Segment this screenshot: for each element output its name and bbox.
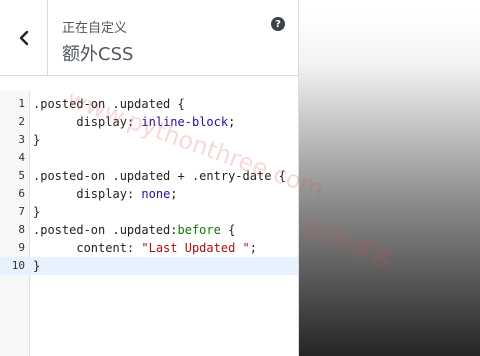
code-line[interactable]: 10} bbox=[0, 257, 298, 275]
line-number: 4 bbox=[18, 151, 25, 164]
code-line[interactable]: 5 .posted-on .updated + .entry-date { bbox=[0, 167, 298, 185]
code-text: } bbox=[33, 205, 41, 219]
code-text: } bbox=[33, 133, 41, 147]
line-number: 3 bbox=[18, 133, 25, 146]
code-text: .posted-on .updated + .entry-date { bbox=[33, 169, 286, 183]
code-line[interactable]: 7} bbox=[0, 203, 298, 221]
line-number: 6 bbox=[18, 187, 25, 200]
code-text: content: "Last Updated "; bbox=[33, 241, 257, 255]
code-text: .posted-on .updated:before { bbox=[33, 223, 236, 237]
line-number: 9 bbox=[18, 241, 25, 254]
customizing-label: 正在自定义 bbox=[62, 21, 128, 36]
panel-header: 正在自定义 额外CSS ? bbox=[0, 0, 298, 76]
section-title: 额外CSS bbox=[62, 44, 134, 65]
chevron-left-icon bbox=[19, 30, 28, 45]
code-text: } bbox=[33, 259, 41, 273]
code-line[interactable]: 3} bbox=[0, 131, 298, 149]
css-code-editor[interactable]: 1 .posted-on .updated { 2 display: inline-… bbox=[0, 91, 298, 356]
customizer-panel: 正在自定义 额外CSS ? 1 .posted-on .updated { 2 di… bbox=[0, 0, 299, 356]
code-line[interactable]: 8 .posted-on .updated:before { bbox=[0, 221, 298, 239]
line-number: 1 bbox=[18, 97, 25, 110]
line-number: 5 bbox=[18, 169, 25, 182]
line-number: 2 bbox=[18, 115, 25, 128]
code-line[interactable]: 4 bbox=[0, 149, 298, 167]
question-icon: ? bbox=[275, 18, 281, 30]
back-button[interactable] bbox=[0, 0, 48, 75]
code-text: .posted-on .updated { bbox=[33, 97, 185, 111]
line-number: 10 bbox=[11, 259, 25, 272]
code-line[interactable]: 9 content: "Last Updated "; bbox=[0, 239, 298, 257]
help-button[interactable]: ? bbox=[271, 17, 285, 31]
code-line[interactable]: 1 .posted-on .updated { bbox=[0, 95, 298, 113]
code-text: display: inline-block; bbox=[76, 115, 236, 129]
code-line[interactable]: 2 display: inline-block; bbox=[0, 113, 298, 131]
code-text: display: none; bbox=[76, 187, 178, 201]
line-number: 7 bbox=[18, 205, 25, 218]
line-number: 8 bbox=[18, 223, 25, 236]
code-line[interactable]: 6 display: none; bbox=[0, 185, 298, 203]
site-preview[interactable] bbox=[299, 13, 480, 356]
